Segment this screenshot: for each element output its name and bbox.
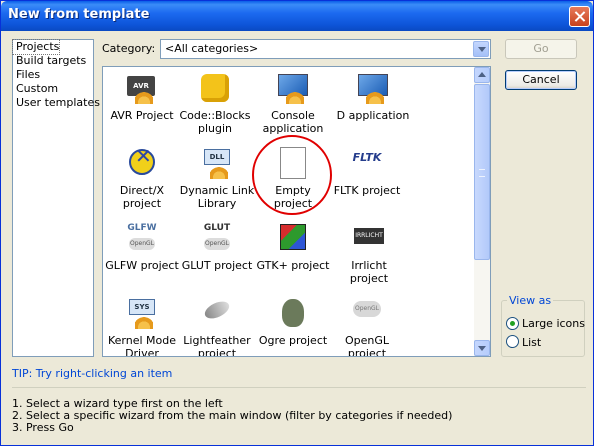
dll-icon: DLL [200,147,234,181]
title-bar[interactable]: New from template [1,1,593,31]
close-icon[interactable] [569,6,590,27]
template-label: Irrlicht project [349,259,389,285]
template-label: Code::Blocks plugin [179,109,251,135]
template-glut-project[interactable]: GLUT OpenGL GLUT project [179,222,255,272]
template-label: Ogre project [258,334,328,347]
template-gtk-project[interactable]: GTK+ project [255,222,331,272]
template-lightfeather-project[interactable]: Lightfeather project [179,297,255,357]
template-label: AVR Project [110,109,174,122]
fltk-text: FLTK [352,151,382,164]
instructions: 1. Select a wizard type first on the lef… [12,398,452,434]
console-window-icon [276,72,310,106]
instruction-line: 3. Press Go [12,421,74,434]
avr-chip-icon: AVR [125,72,159,106]
category-value: <All categories> [165,42,259,55]
template-label: Kernel Mode Driver [107,334,177,357]
divider [12,387,586,388]
glut-logo-icon: GLUT OpenGL [200,222,234,256]
list-label[interactable]: List [522,336,541,349]
template-directx-project[interactable]: Direct/X project [104,147,180,210]
list-radio[interactable] [506,335,519,348]
template-label: OpenGL project [344,334,390,357]
view-as-legend: View as [507,294,554,307]
puzzle-piece-icon [198,72,232,106]
template-kernel-mode-driver[interactable]: SYS Kernel Mode Driver [104,297,180,357]
type-item-build-targets[interactable]: Build targets [13,54,93,68]
template-label: Direct/X project [119,184,165,210]
template-label: Console application [262,109,324,135]
template-dynamic-link-library[interactable]: DLL Dynamic Link Library [179,147,255,210]
sys-driver-icon: SYS [125,297,159,331]
template-glfw-project[interactable]: GLFW OpenGL GLFW project [104,222,180,272]
scroll-thumb[interactable] [474,84,490,260]
glfw-logo-icon: GLFW OpenGL [125,222,159,256]
window-title: New from template [8,7,150,22]
opengl-text: OpenGL [353,301,381,317]
gtk-cube-icon [276,222,310,256]
template-fltk-project[interactable]: FLTK FLTK project [329,147,405,197]
opengl-badge: OpenGL [129,238,155,250]
instruction-line: 2. Select a specific wizard from the mai… [12,409,453,422]
template-label: D application [336,109,410,122]
scroll-up-icon[interactable] [474,67,490,83]
highlight-circle-annotation [252,135,332,215]
irrlicht-logo-icon: IRRLICHT [352,222,386,256]
template-label: FLTK project [333,184,401,197]
template-codeblocks-plugin[interactable]: Code::Blocks plugin [177,72,253,135]
irrlicht-text: IRRLICHT [354,228,384,244]
large-icons-label[interactable]: Large icons [522,317,585,330]
category-select[interactable]: <All categories> [160,39,491,59]
ogre-head-icon [276,297,310,331]
d-app-icon [356,72,390,106]
template-console-application[interactable]: Console application [255,72,331,135]
category-label: Category: [102,42,156,55]
template-label: GLUT project [181,259,253,272]
template-irrlicht-project[interactable]: IRRLICHT Irrlicht project [331,222,407,285]
type-item-files[interactable]: Files [13,68,93,82]
chevron-down-icon[interactable] [473,41,489,57]
template-ogre-project[interactable]: Ogre project [255,297,331,347]
template-label: Dynamic Link Library [179,184,255,210]
scroll-down-icon[interactable] [474,340,490,356]
vertical-scrollbar[interactable] [474,67,490,356]
tip-text: TIP: Try right-clicking an item [12,367,173,380]
large-icons-radio[interactable] [506,317,519,330]
fltk-logo-icon: FLTK [350,147,384,181]
glfw-text: GLFW [127,223,157,233]
new-from-template-dialog: New from template Projects Build targets… [0,0,594,446]
wizard-type-list[interactable]: Projects Build targets Files Custom User… [12,39,100,357]
template-d-application[interactable]: D application [335,72,411,122]
directx-icon [125,147,159,181]
template-opengl-project[interactable]: OpenGL OpenGL project [329,297,405,357]
template-label: GTK+ project [256,259,330,272]
template-label: Lightfeather project [183,334,251,357]
opengl-logo-icon: OpenGL [350,297,384,331]
feather-icon [200,297,234,331]
opengl-badge: OpenGL [204,238,230,250]
go-button[interactable]: Go [505,39,577,59]
glut-text: GLUT [203,223,231,233]
type-item-user-templates[interactable]: User templates [13,96,100,110]
template-avr-project[interactable]: AVR AVR Project [104,72,180,122]
template-label: GLFW project [105,259,179,272]
type-item-custom[interactable]: Custom [13,82,93,96]
type-item-projects[interactable]: Projects [12,39,60,55]
cancel-button[interactable]: Cancel [505,70,577,90]
